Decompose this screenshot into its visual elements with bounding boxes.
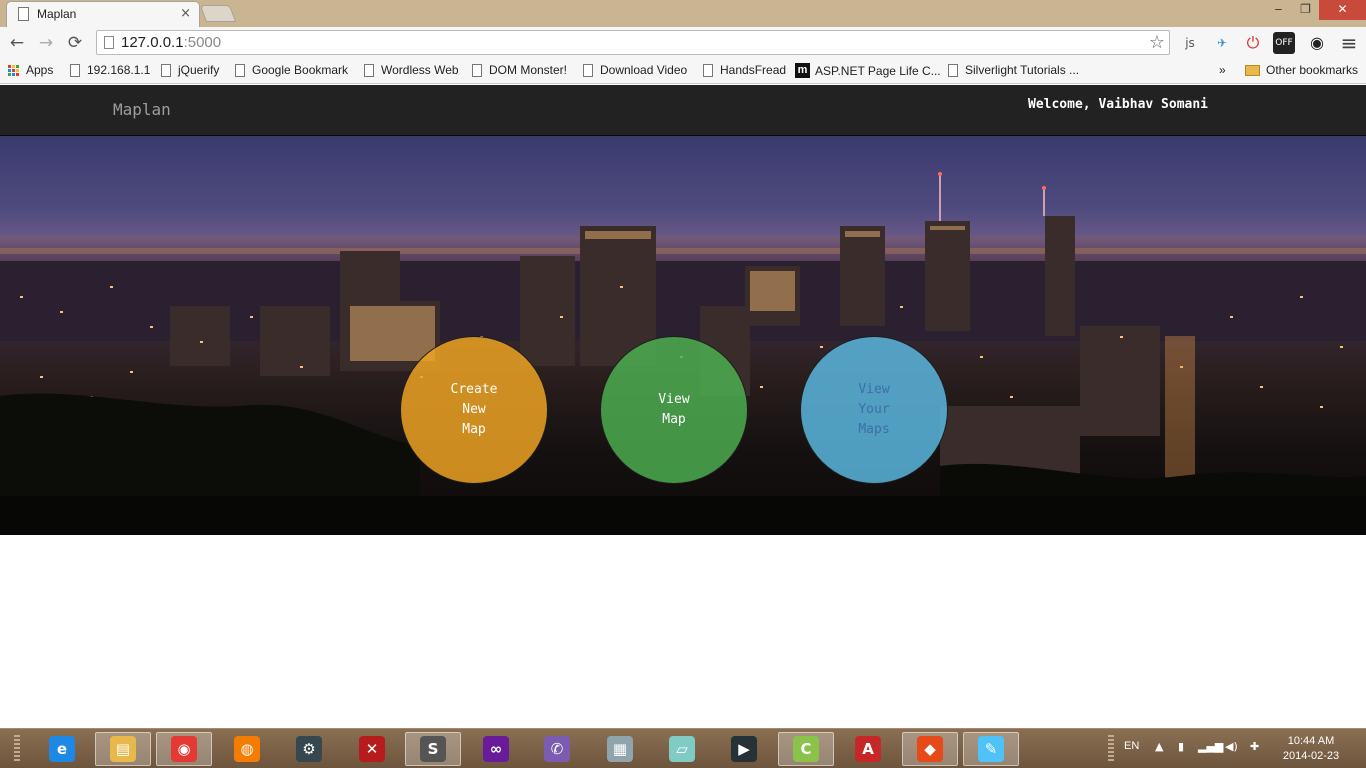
window-controls: ‒ ❐ ✕: [1265, 0, 1366, 20]
taskbar-steam-button[interactable]: ⚙: [281, 732, 337, 766]
bookmark-google-bookmark[interactable]: Google Bookmark: [235, 63, 348, 77]
codec-tool-icon: C: [793, 736, 819, 762]
git-icon: ◆: [917, 736, 943, 762]
signal-icon[interactable]: ▂▄▆: [1198, 740, 1223, 753]
minimize-button[interactable]: ‒: [1265, 0, 1292, 20]
bookmark-star-icon[interactable]: ☆: [1149, 32, 1165, 53]
taskbar-chrome-button[interactable]: ◉: [156, 732, 212, 766]
taskbar-resource-monitor-button[interactable]: ▦: [592, 732, 648, 766]
volume-icon[interactable]: ◀): [1225, 740, 1238, 753]
taskbar-file-explorer-button[interactable]: ▤: [95, 732, 151, 766]
sublime-text-icon: S: [420, 736, 446, 762]
page-icon: [583, 63, 593, 77]
taskbar-firefox-button[interactable]: ◍: [219, 732, 275, 766]
view-your-maps-button[interactable]: View Your Maps: [800, 336, 948, 484]
m-logo-icon: m: [795, 63, 810, 78]
paint-icon: ✎: [978, 736, 1004, 762]
bookmarks-overflow-button[interactable]: »: [1219, 63, 1226, 77]
bookmark-silverlight-tutorials[interactable]: Silverlight Tutorials ...: [948, 63, 1079, 77]
taskbar-git-button[interactable]: ◆: [902, 732, 958, 766]
taskbar-grip[interactable]: [14, 735, 20, 763]
url-text[interactable]: 127.0.0.1:5000: [121, 34, 1021, 51]
browser-toolbar: ← → ⟳ 127.0.0.1:5000 ☆ js ✈ ⏻ OFF ◉ ≡: [0, 27, 1366, 59]
firefox-icon: ◍: [234, 736, 260, 762]
page-icon: [472, 63, 482, 77]
apps-grid-icon: [8, 64, 19, 76]
create-new-map-button[interactable]: Create New Map: [400, 336, 548, 484]
power-extension-icon[interactable]: ⏻: [1242, 32, 1264, 54]
internet-explorer-icon: e: [49, 736, 75, 762]
tab-title: Maplan: [37, 7, 77, 21]
site-navbar: Maplan Welcome, Vaibhav Somani: [0, 85, 1366, 136]
taskbar-notes-button[interactable]: ▱: [654, 732, 710, 766]
browser-titlebar: Maplan × ‒ ❐ ✕: [0, 0, 1366, 27]
bookmarks-bar: Apps 192.168.1.1 jQuerify Google Bookmar…: [0, 59, 1366, 84]
battery-icon[interactable]: ▮: [1178, 740, 1184, 753]
page-icon: [161, 63, 171, 77]
page-icon: [70, 63, 80, 77]
taskbar-viber-button[interactable]: ✆: [529, 732, 585, 766]
notes-icon: ▱: [669, 736, 695, 762]
page-icon: [235, 63, 245, 77]
language-indicator[interactable]: EN: [1124, 740, 1139, 752]
taskbar-codec-tool-button[interactable]: C: [778, 732, 834, 766]
new-tab-button[interactable]: [199, 5, 237, 22]
taskbar-internet-explorer-button[interactable]: e: [34, 732, 90, 766]
brand-link[interactable]: Maplan: [113, 100, 171, 119]
bird-extension-icon[interactable]: ✈: [1211, 32, 1233, 54]
reload-button[interactable]: ⟳: [64, 32, 86, 54]
bot-off-extension-icon[interactable]: OFF: [1273, 32, 1295, 54]
bookmark-dom-monster[interactable]: DOM Monster!: [472, 63, 567, 77]
hero-city-image: Create New Map View Map View Your Maps: [0, 136, 1366, 535]
file-explorer-icon: ▤: [110, 736, 136, 762]
page-icon: [18, 7, 29, 21]
close-window-button[interactable]: ✕: [1319, 0, 1366, 20]
chrome-menu-icon[interactable]: ≡: [1338, 32, 1360, 54]
tab-close-icon[interactable]: ×: [180, 6, 191, 21]
page-icon: [364, 63, 374, 77]
page-icon: [703, 63, 713, 77]
resource-monitor-icon: ▦: [607, 736, 633, 762]
system-clock[interactable]: 10:44 AM 2014-02-23: [1276, 734, 1346, 764]
windows-taskbar: e ▤ ◉ ◍ ⚙ ✕ S ∞ ✆ ▦ ▱ ▶ C A ◆ ✎ EN ▲ ▮ ▂▄▆ ◀) ✚ 10:44 A…: [0, 728, 1366, 768]
bookmark-other-bookmarks[interactable]: Other bookmarks: [1245, 63, 1358, 77]
tab-maplan[interactable]: Maplan ×: [6, 1, 200, 27]
page-icon: [948, 63, 958, 77]
chrome-icon: ◉: [171, 736, 197, 762]
show-hidden-icons-icon[interactable]: ▲: [1155, 740, 1163, 753]
circle-extension-icon[interactable]: ◉: [1306, 32, 1328, 54]
bookmark-wordless-web[interactable]: Wordless Web: [364, 63, 459, 77]
tray-grip[interactable]: [1108, 735, 1114, 763]
taskbar-acrobat-button[interactable]: A: [840, 732, 896, 766]
bookmark-192-168-1-1[interactable]: 192.168.1.1: [70, 63, 150, 77]
dota-icon: ✕: [359, 736, 385, 762]
welcome-text: Welcome, Vaibhav Somani: [1028, 97, 1209, 112]
bookmark-jquerify[interactable]: jQuerify: [161, 63, 219, 77]
taskbar-visual-studio-button[interactable]: ∞: [468, 732, 524, 766]
taskbar-paint-button[interactable]: ✎: [963, 732, 1019, 766]
media-player-icon: ▶: [731, 736, 757, 762]
forward-button[interactable]: →: [35, 32, 57, 54]
js-extension-icon[interactable]: js: [1179, 32, 1201, 54]
steam-icon: ⚙: [296, 736, 322, 762]
bookmark-download-video[interactable]: Download Video: [583, 63, 687, 77]
address-bar[interactable]: 127.0.0.1:5000 ☆: [96, 30, 1170, 55]
folder-icon: [1245, 64, 1260, 76]
page-icon: [104, 36, 114, 49]
bookmark-aspnet-page-life[interactable]: m ASP.NET Page Life C...: [795, 63, 941, 78]
visual-studio-icon: ∞: [483, 736, 509, 762]
restore-button[interactable]: ❐: [1292, 0, 1319, 20]
back-button[interactable]: ←: [6, 32, 28, 54]
viber-icon: ✆: [544, 736, 570, 762]
view-map-button[interactable]: View Map: [600, 336, 748, 484]
bookmark-apps[interactable]: Apps: [8, 63, 53, 77]
taskbar-sublime-text-button[interactable]: S: [405, 732, 461, 766]
taskbar-dota-button[interactable]: ✕: [344, 732, 400, 766]
acrobat-icon: A: [855, 736, 881, 762]
taskbar-media-player-button[interactable]: ▶: [716, 732, 772, 766]
dropbox-icon[interactable]: ✚: [1250, 740, 1259, 753]
bookmark-handsfread[interactable]: HandsFread: [703, 63, 786, 77]
